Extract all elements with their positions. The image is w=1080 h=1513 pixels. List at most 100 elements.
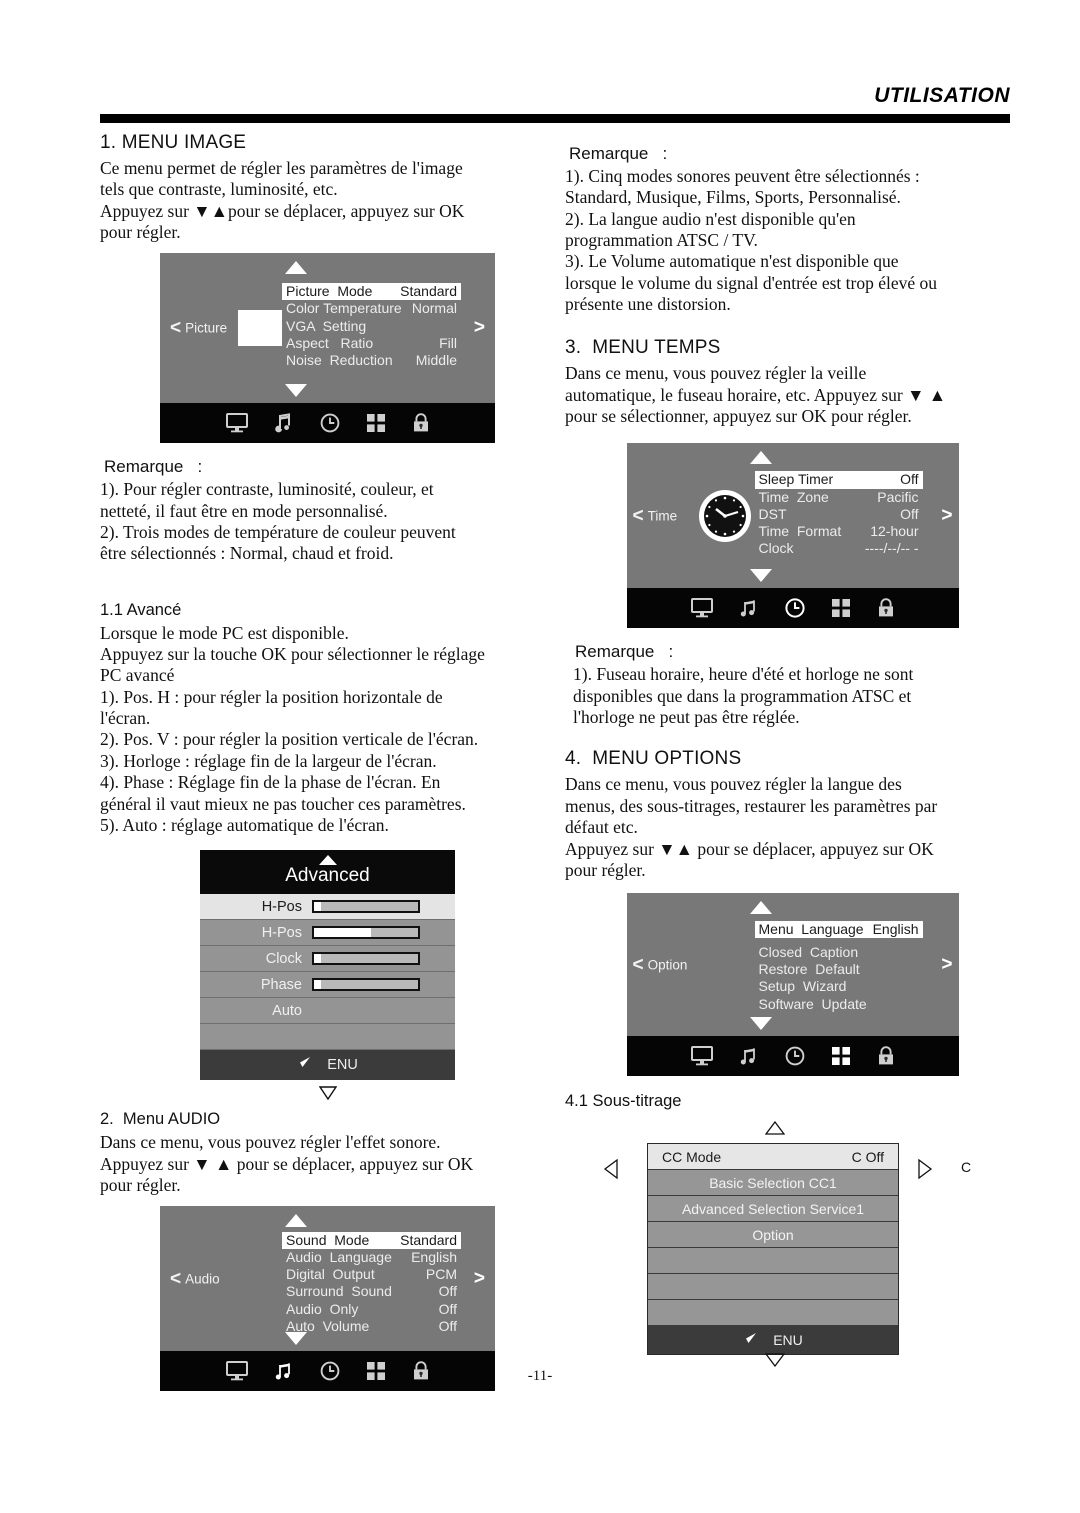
scroll-up-arrow-icon[interactable] bbox=[749, 451, 772, 465]
osd-time-side-label[interactable]: < Time bbox=[633, 506, 678, 525]
osd-advanced-menu: Advanced H-Pos H-Pos Clock Phase Auto EN… bbox=[200, 850, 455, 1101]
osd-row[interactable]: Audio Language English bbox=[282, 1249, 461, 1266]
osd-advanced-title: Advanced bbox=[285, 865, 370, 887]
osd-row[interactable]: Digital Output PCM bbox=[282, 1266, 461, 1283]
monitor-icon[interactable] bbox=[690, 1046, 713, 1066]
osd-row[interactable]: Aspect Ratio Fill bbox=[282, 335, 461, 352]
music-note-icon[interactable] bbox=[739, 1046, 759, 1066]
osd-cc-row[interactable]: CC Mode C Off bbox=[648, 1144, 898, 1171]
grid-icon[interactable] bbox=[831, 598, 851, 618]
music-note-icon[interactable] bbox=[274, 413, 294, 433]
osd-row-key: Color Temperature bbox=[286, 300, 402, 317]
osd-row-value: Normal bbox=[411, 300, 457, 317]
h-pos-slider[interactable] bbox=[312, 900, 420, 914]
scroll-down-arrow-icon[interactable] bbox=[284, 384, 307, 398]
section-menu-image: 1. MENU IMAGE Ce menu permet de régler l… bbox=[100, 132, 555, 243]
scroll-down-outline-icon[interactable] bbox=[318, 1086, 337, 1101]
osd-audio-list: Sound Mode Standard Audio Language Engli… bbox=[282, 1232, 461, 1334]
osd-advanced-row[interactable]: H-Pos bbox=[200, 920, 455, 947]
osd-row-key: Sound Mode bbox=[286, 1232, 370, 1249]
osd-row[interactable]: Time Format 12-hour bbox=[755, 523, 923, 540]
osd-advanced-footer[interactable]: ENU bbox=[200, 1050, 455, 1081]
osd-advanced-row-label: Phase bbox=[260, 976, 302, 993]
analog-clock-icon bbox=[697, 488, 753, 544]
osd-cc-row[interactable]: Basic Selection CC1 bbox=[648, 1170, 898, 1197]
osd-cc-footer-label: ENU bbox=[773, 1332, 803, 1349]
osd-row-value: Off bbox=[900, 471, 919, 488]
scroll-up-arrow-icon[interactable] bbox=[318, 855, 337, 866]
prev-menu-chevron-icon[interactable]: < bbox=[170, 1269, 181, 1288]
osd-row-key: Noise Reduction bbox=[286, 351, 393, 368]
next-menu-chevron-icon[interactable]: > bbox=[941, 954, 952, 976]
osd-picture-side-label[interactable]: < Picture bbox=[170, 319, 227, 338]
monitor-icon[interactable] bbox=[225, 413, 248, 433]
osd-row[interactable]: VGA Setting bbox=[282, 318, 461, 335]
osd-picture-label-text: Picture bbox=[185, 320, 228, 336]
osd-picture-iconbar bbox=[160, 403, 495, 444]
section-body-audio: Dans ce menu, vous pouvez régler l'effet… bbox=[100, 1132, 474, 1195]
osd-advanced-row[interactable]: Auto bbox=[200, 998, 455, 1025]
osd-row[interactable]: Menu Language English bbox=[754, 921, 923, 939]
prev-menu-chevron-icon[interactable]: < bbox=[633, 955, 644, 974]
osd-row[interactable]: Surround Sound Off bbox=[282, 1283, 461, 1300]
return-arrow-icon[interactable] bbox=[743, 1331, 759, 1350]
osd-row[interactable]: Sleep Timer Off bbox=[754, 471, 923, 489]
osd-option-iconbar bbox=[626, 1036, 959, 1077]
osd-row-key: Sleep Timer bbox=[758, 471, 834, 488]
scroll-up-arrow-icon[interactable] bbox=[284, 1214, 307, 1228]
osd-row[interactable]: Software Update bbox=[755, 996, 923, 1013]
return-arrow-icon[interactable] bbox=[297, 1055, 313, 1075]
osd-row[interactable]: Clock ----/--/-- - bbox=[755, 540, 923, 557]
osd-audio-side-label[interactable]: < Audio bbox=[170, 1269, 220, 1288]
next-menu-chevron-icon[interactable]: > bbox=[474, 1268, 485, 1290]
phase-slider[interactable] bbox=[312, 978, 420, 992]
osd-row[interactable]: Picture Mode Standard bbox=[282, 283, 461, 301]
monitor-icon[interactable] bbox=[690, 598, 713, 618]
osd-row[interactable]: Noise Reduction Middle bbox=[282, 352, 461, 369]
next-menu-chevron-icon[interactable]: > bbox=[474, 317, 485, 339]
osd-row[interactable]: Sound Mode Standard bbox=[282, 1232, 461, 1250]
osd-row[interactable]: Restore Default bbox=[755, 961, 923, 978]
scroll-down-arrow-icon[interactable] bbox=[749, 569, 772, 583]
osd-row[interactable]: Closed Caption bbox=[755, 944, 923, 961]
music-note-icon[interactable] bbox=[739, 598, 759, 618]
osd-cc-row-key: Advanced Selection Service1 bbox=[681, 1200, 865, 1217]
osd-row[interactable]: Time Zone Pacific bbox=[755, 489, 923, 506]
section-heading-temps: 3. MENU TEMPS bbox=[565, 337, 721, 359]
osd-row[interactable]: Auto Volume Off bbox=[282, 1318, 461, 1335]
next-menu-chevron-icon[interactable]: > bbox=[941, 505, 952, 527]
lock-icon[interactable] bbox=[412, 413, 430, 433]
grid-icon[interactable] bbox=[831, 1046, 851, 1066]
scroll-up-outline-icon[interactable] bbox=[764, 1121, 786, 1140]
osd-cc-panel-wrap: C CC Mode C Off Basic Selection CC1 Adva… bbox=[565, 1121, 1020, 1376]
clock-icon[interactable] bbox=[320, 413, 340, 433]
osd-row[interactable]: Audio Only Off bbox=[282, 1301, 461, 1318]
osd-row[interactable]: DST Off bbox=[755, 506, 923, 523]
osd-cc-footer[interactable]: ENU bbox=[648, 1326, 898, 1355]
osd-cc-row[interactable]: Advanced Selection Service1 bbox=[648, 1196, 898, 1223]
osd-option-label-text: Option bbox=[647, 957, 688, 973]
prev-menu-chevron-icon[interactable]: < bbox=[170, 319, 181, 338]
grid-icon[interactable] bbox=[366, 413, 386, 433]
osd-row-key: Time Format bbox=[758, 522, 842, 539]
prev-arrow-outline-icon[interactable] bbox=[603, 1158, 619, 1184]
osd-cc-row[interactable]: Option bbox=[648, 1222, 898, 1249]
osd-audio-menu: < Audio > Sound Mode Standard Audio Lang… bbox=[160, 1206, 495, 1392]
v-pos-slider[interactable] bbox=[312, 926, 420, 940]
lock-icon[interactable] bbox=[877, 1046, 895, 1066]
osd-advanced-row[interactable]: Phase bbox=[200, 972, 455, 999]
prev-menu-chevron-icon[interactable]: < bbox=[633, 506, 644, 525]
lock-icon[interactable] bbox=[877, 598, 895, 618]
scroll-down-arrow-icon[interactable] bbox=[749, 1017, 772, 1031]
scroll-up-arrow-icon[interactable] bbox=[749, 901, 772, 915]
clock-icon[interactable] bbox=[785, 1046, 805, 1066]
osd-row[interactable]: Setup Wizard bbox=[755, 978, 923, 995]
scroll-up-arrow-icon[interactable] bbox=[284, 261, 307, 275]
osd-advanced-row[interactable]: H-Pos bbox=[200, 894, 455, 921]
clock-icon[interactable] bbox=[784, 598, 805, 619]
osd-option-side-label[interactable]: < Option bbox=[633, 955, 688, 974]
next-arrow-outline-icon[interactable] bbox=[917, 1158, 933, 1184]
osd-advanced-row[interactable]: Clock bbox=[200, 946, 455, 973]
osd-row[interactable]: Color Temperature Normal bbox=[282, 300, 461, 317]
clock-slider[interactable] bbox=[312, 952, 420, 966]
